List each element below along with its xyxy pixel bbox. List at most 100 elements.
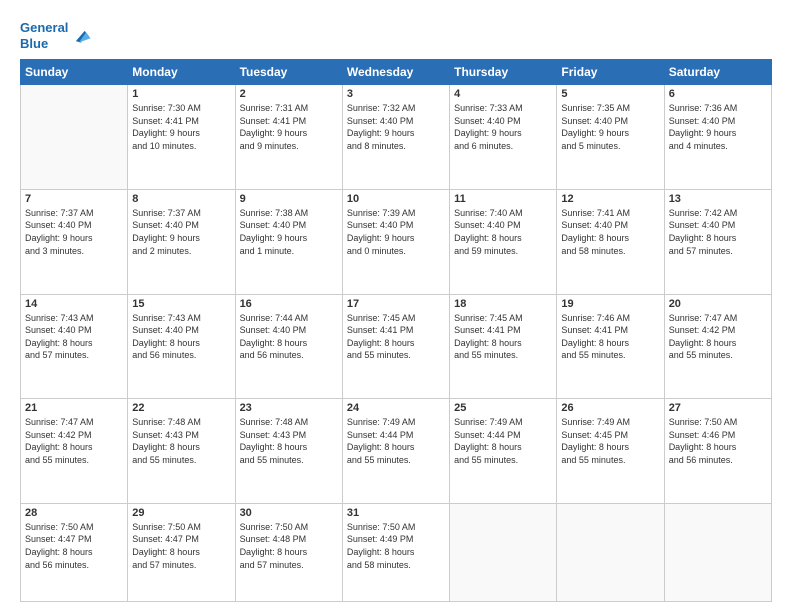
calendar-cell: 31 Sunrise: 7:50 AM Sunset: 4:49 PM Dayli… [342,503,449,601]
calendar-cell: 24Sunrise: 7:49 AM Sunset: 4:44 PM Dayli… [342,399,449,504]
day-number: 18 [454,298,552,310]
cell-info: Sunrise: 7:37 AM Sunset: 4:40 PM Dayligh… [132,207,230,257]
calendar-week-row: 7 Sunrise: 7:37 AM Sunset: 4:40 PM Daylig… [21,189,772,294]
day-number: 6 [669,88,767,100]
cell-info: Sunrise: 7:49 AM Sunset: 4:44 PM Dayligh… [454,416,552,466]
day-number: 8 [132,193,230,205]
day-number: 29 [132,507,230,519]
day-number: 14 [25,298,123,310]
day-number: 1 [132,88,230,100]
day-header-monday: Monday [128,60,235,85]
cell-info: Sunrise: 7:47 AM Sunset: 4:42 PM Dayligh… [25,416,123,466]
day-number: 10 [347,193,445,205]
cell-info: Sunrise: 7:32 AM Sunset: 4:40 PM Dayligh… [347,102,445,152]
cell-info: Sunrise: 7:37 AM Sunset: 4:40 PM Dayligh… [25,207,123,257]
day-number: 2 [240,88,338,100]
calendar-cell: 14 Sunrise: 7:43 AM Sunset: 4:40 PM Dayli… [21,294,128,399]
calendar-cell: 18Sunrise: 7:45 AM Sunset: 4:41 PM Dayli… [450,294,557,399]
calendar-cell: 4Sunrise: 7:33 AM Sunset: 4:40 PM Daylig… [450,85,557,190]
day-number: 20 [669,298,767,310]
calendar-cell: 27Sunrise: 7:50 AM Sunset: 4:46 PM Dayli… [664,399,771,504]
cell-info: Sunrise: 7:44 AM Sunset: 4:40 PM Dayligh… [240,312,338,362]
calendar-cell: 6 Sunrise: 7:36 AM Sunset: 4:40 PM Daylig… [664,85,771,190]
cell-info: Sunrise: 7:43 AM Sunset: 4:40 PM Dayligh… [25,312,123,362]
cell-info: Sunrise: 7:33 AM Sunset: 4:40 PM Dayligh… [454,102,552,152]
calendar-cell: 7 Sunrise: 7:37 AM Sunset: 4:40 PM Daylig… [21,189,128,294]
cell-info: Sunrise: 7:41 AM Sunset: 4:40 PM Dayligh… [561,207,659,257]
day-number: 28 [25,507,123,519]
calendar-week-row: 21 Sunrise: 7:47 AM Sunset: 4:42 PM Dayli… [21,399,772,504]
day-number: 7 [25,193,123,205]
calendar-cell: 12Sunrise: 7:41 AM Sunset: 4:40 PM Dayli… [557,189,664,294]
cell-info: Sunrise: 7:48 AM Sunset: 4:43 PM Dayligh… [240,416,338,466]
day-number: 23 [240,402,338,414]
calendar-cell: 1 Sunrise: 7:30 AM Sunset: 4:41 PM Daylig… [128,85,235,190]
calendar-cell: 3Sunrise: 7:32 AM Sunset: 4:40 PM Daylig… [342,85,449,190]
day-number: 26 [561,402,659,414]
calendar-cell: 28Sunrise: 7:50 AM Sunset: 4:47 PM Dayli… [21,503,128,601]
calendar-cell [557,503,664,601]
cell-info: Sunrise: 7:40 AM Sunset: 4:40 PM Dayligh… [454,207,552,257]
day-number: 16 [240,298,338,310]
calendar-cell: 21 Sunrise: 7:47 AM Sunset: 4:42 PM Dayli… [21,399,128,504]
logo-blue: Blue [20,36,48,51]
logo-icon [70,25,92,47]
day-header-tuesday: Tuesday [235,60,342,85]
cell-info: Sunrise: 7:36 AM Sunset: 4:40 PM Dayligh… [669,102,767,152]
cell-info: Sunrise: 7:30 AM Sunset: 4:41 PM Dayligh… [132,102,230,152]
calendar-cell: 22 Sunrise: 7:48 AM Sunset: 4:43 PM Dayli… [128,399,235,504]
cell-info: Sunrise: 7:50 AM Sunset: 4:49 PM Dayligh… [347,521,445,571]
day-number: 21 [25,402,123,414]
cell-info: Sunrise: 7:38 AM Sunset: 4:40 PM Dayligh… [240,207,338,257]
calendar-cell: 13 Sunrise: 7:42 AM Sunset: 4:40 PM Dayli… [664,189,771,294]
calendar-cell: 19Sunrise: 7:46 AM Sunset: 4:41 PM Dayli… [557,294,664,399]
logo-general: General [20,20,68,35]
cell-info: Sunrise: 7:49 AM Sunset: 4:45 PM Dayligh… [561,416,659,466]
cell-info: Sunrise: 7:50 AM Sunset: 4:47 PM Dayligh… [132,521,230,571]
calendar-cell: 26 Sunrise: 7:49 AM Sunset: 4:45 PM Dayli… [557,399,664,504]
day-header-saturday: Saturday [664,60,771,85]
cell-info: Sunrise: 7:48 AM Sunset: 4:43 PM Dayligh… [132,416,230,466]
cell-info: Sunrise: 7:43 AM Sunset: 4:40 PM Dayligh… [132,312,230,362]
calendar-cell: 25 Sunrise: 7:49 AM Sunset: 4:44 PM Dayli… [450,399,557,504]
day-header-friday: Friday [557,60,664,85]
calendar-table: SundayMondayTuesdayWednesdayThursdayFrid… [20,59,772,602]
calendar-cell [664,503,771,601]
calendar-week-row: 1 Sunrise: 7:30 AM Sunset: 4:41 PM Daylig… [21,85,772,190]
calendar-cell: 10 Sunrise: 7:39 AM Sunset: 4:40 PM Dayli… [342,189,449,294]
calendar-cell: 20 Sunrise: 7:47 AM Sunset: 4:42 PM Dayli… [664,294,771,399]
cell-info: Sunrise: 7:31 AM Sunset: 4:41 PM Dayligh… [240,102,338,152]
calendar-cell: 16 Sunrise: 7:44 AM Sunset: 4:40 PM Dayli… [235,294,342,399]
calendar-cell: 8 Sunrise: 7:37 AM Sunset: 4:40 PM Daylig… [128,189,235,294]
day-number: 5 [561,88,659,100]
calendar-cell [21,85,128,190]
day-header-thursday: Thursday [450,60,557,85]
calendar-cell: 2 Sunrise: 7:31 AM Sunset: 4:41 PM Daylig… [235,85,342,190]
cell-info: Sunrise: 7:42 AM Sunset: 4:40 PM Dayligh… [669,207,767,257]
day-number: 31 [347,507,445,519]
day-number: 19 [561,298,659,310]
cell-info: Sunrise: 7:45 AM Sunset: 4:41 PM Dayligh… [347,312,445,362]
day-header-wednesday: Wednesday [342,60,449,85]
day-number: 13 [669,193,767,205]
calendar-cell: 29 Sunrise: 7:50 AM Sunset: 4:47 PM Dayli… [128,503,235,601]
day-number: 27 [669,402,767,414]
calendar-cell: 30Sunrise: 7:50 AM Sunset: 4:48 PM Dayli… [235,503,342,601]
calendar-week-row: 14 Sunrise: 7:43 AM Sunset: 4:40 PM Dayli… [21,294,772,399]
day-number: 22 [132,402,230,414]
calendar-week-row: 28 Sunrise: 7:50 AM Sunset: 4:47 PM Dayli… [21,503,772,601]
calendar-cell: 23 Sunrise: 7:48 AM Sunset: 4:43 PM Dayli… [235,399,342,504]
cell-info: Sunrise: 7:39 AM Sunset: 4:40 PM Dayligh… [347,207,445,257]
cell-info: Sunrise: 7:47 AM Sunset: 4:42 PM Dayligh… [669,312,767,362]
page-header: General Blue [20,16,772,51]
day-header-sunday: Sunday [21,60,128,85]
day-number: 25 [454,402,552,414]
calendar-cell [450,503,557,601]
cell-info: Sunrise: 7:49 AM Sunset: 4:44 PM Dayligh… [347,416,445,466]
calendar-cell: 17Sunrise: 7:45 AM Sunset: 4:41 PM Dayli… [342,294,449,399]
day-number: 11 [454,193,552,205]
day-number: 9 [240,193,338,205]
cell-info: Sunrise: 7:35 AM Sunset: 4:40 PM Dayligh… [561,102,659,152]
calendar-cell: 15Sunrise: 7:43 AM Sunset: 4:40 PM Dayli… [128,294,235,399]
logo: General Blue [20,20,92,51]
